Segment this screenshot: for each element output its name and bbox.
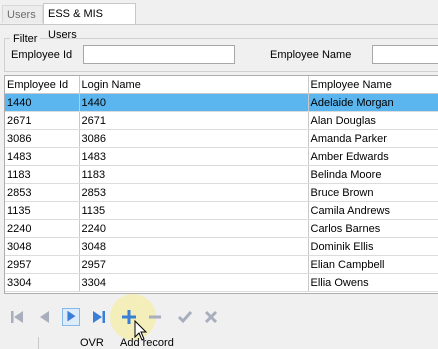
cell-employee-name[interactable]: Adelaide Morgan xyxy=(308,93,438,112)
cell-employee-name[interactable]: Belinda Moore xyxy=(308,165,438,184)
cell-employee-name[interactable]: Amanda Parker xyxy=(308,129,438,148)
table-row[interactable]: 2671 2671 Alan Douglas xyxy=(5,111,438,130)
cell-employee-id[interactable]: 3048 xyxy=(5,237,80,256)
cell-login-name[interactable]: 2240 xyxy=(79,219,309,238)
cell-login-name[interactable]: 1135 xyxy=(79,201,309,220)
first-record-icon xyxy=(11,311,23,323)
table-row[interactable]: 2240 2240 Carlos Barnes xyxy=(5,219,438,238)
filter-title: Filter xyxy=(10,33,41,45)
cell-login-name[interactable]: 3048 xyxy=(79,237,309,256)
cell-login-name[interactable]: 2853 xyxy=(79,183,309,202)
table-row[interactable]: 3048 3048 Dominik Ellis xyxy=(5,237,438,256)
last-record-icon xyxy=(93,311,105,323)
first-record-button[interactable] xyxy=(8,308,26,326)
cell-employee-id[interactable]: 1183 xyxy=(5,165,80,184)
status-divider xyxy=(38,337,39,349)
tab-ess-mis-users[interactable]: ESS & MIS Users xyxy=(43,3,136,41)
cell-login-name[interactable]: 2957 xyxy=(79,255,309,274)
cell-employee-name[interactable]: Camila Andrews xyxy=(308,201,438,220)
tab-strip: Users ESS & MIS Users xyxy=(0,0,438,41)
table-row[interactable]: 2957 2957 Elian Campbell xyxy=(5,255,438,274)
last-record-button[interactable] xyxy=(90,308,108,326)
cell-login-name[interactable]: 3086 xyxy=(79,129,309,148)
employee-id-input[interactable] xyxy=(83,45,235,64)
table-row[interactable]: 3086 3086 Amanda Parker xyxy=(5,129,438,148)
table-row[interactable]: 1440 1440 Adelaide Morgan xyxy=(5,93,438,112)
cell-employee-id[interactable]: 1440 xyxy=(5,93,80,112)
grid-header-row: Employee Id Login Name Employee Name xyxy=(5,76,438,94)
cell-login-name[interactable]: 1483 xyxy=(79,147,309,166)
tab-divider xyxy=(0,24,438,25)
cell-employee-name[interactable]: Dominik Ellis xyxy=(308,237,438,256)
cell-employee-id[interactable]: 2853 xyxy=(5,183,80,202)
cell-employee-id[interactable]: 3086 xyxy=(5,129,80,148)
cell-login-name[interactable]: 1183 xyxy=(79,165,309,184)
post-edit-button[interactable] xyxy=(176,308,194,326)
cell-employee-name[interactable]: Bruce Brown xyxy=(308,183,438,202)
next-record-icon xyxy=(67,310,76,322)
cell-employee-name[interactable]: Alan Douglas xyxy=(308,111,438,130)
cell-employee-name[interactable]: Elian Campbell xyxy=(308,255,438,274)
cell-employee-id[interactable]: 1135 xyxy=(5,201,80,220)
table-row[interactable]: 3304 3304 Ellia Owens xyxy=(5,273,438,292)
column-header-employee-id[interactable]: Employee Id xyxy=(5,76,80,94)
next-record-button[interactable] xyxy=(62,308,80,326)
table-row[interactable]: 1483 1483 Amber Edwards xyxy=(5,147,438,166)
prior-record-button[interactable] xyxy=(36,308,54,326)
cell-employee-name[interactable]: Ellia Owens xyxy=(308,273,438,292)
table-row[interactable]: 2853 2853 Bruce Brown xyxy=(5,183,438,202)
prior-record-icon xyxy=(40,311,49,323)
cell-employee-id[interactable]: 2957 xyxy=(5,255,80,274)
cell-login-name[interactable]: 1440 xyxy=(79,93,309,112)
column-header-employee-name[interactable]: Employee Name xyxy=(308,76,438,94)
delete-record-button[interactable] xyxy=(146,308,164,326)
cell-employee-id[interactable]: 1483 xyxy=(5,147,80,166)
employee-name-input[interactable] xyxy=(372,45,438,64)
cell-employee-name[interactable]: Carlos Barnes xyxy=(308,219,438,238)
cell-login-name[interactable]: 2671 xyxy=(79,111,309,130)
cell-employee-id[interactable]: 3304 xyxy=(5,273,80,292)
cell-employee-id[interactable]: 2671 xyxy=(5,111,80,130)
employee-id-label: Employee Id xyxy=(11,49,73,61)
cell-login-name[interactable]: 3304 xyxy=(79,273,309,292)
record-navigator xyxy=(0,300,438,336)
checkmark-icon xyxy=(177,311,193,324)
tab-users[interactable]: Users xyxy=(2,5,43,23)
column-header-login-name[interactable]: Login Name xyxy=(79,76,309,94)
employee-name-label: Employee Name xyxy=(270,49,352,61)
delete-record-icon xyxy=(149,315,161,319)
status-message: Add record xyxy=(120,337,174,349)
status-mode: OVR xyxy=(80,337,104,349)
table-row[interactable]: 1183 1183 Belinda Moore xyxy=(5,165,438,184)
cell-employee-id[interactable]: 2240 xyxy=(5,219,80,238)
status-bar: OVR Add record xyxy=(0,337,438,349)
cross-icon xyxy=(204,310,218,324)
cancel-edit-button[interactable] xyxy=(202,308,220,326)
cell-employee-name[interactable]: Amber Edwards xyxy=(308,147,438,166)
users-grid[interactable]: Employee Id Login Name Employee Name 144… xyxy=(4,75,438,294)
table-row[interactable]: 1135 1135 Camila Andrews xyxy=(5,201,438,220)
